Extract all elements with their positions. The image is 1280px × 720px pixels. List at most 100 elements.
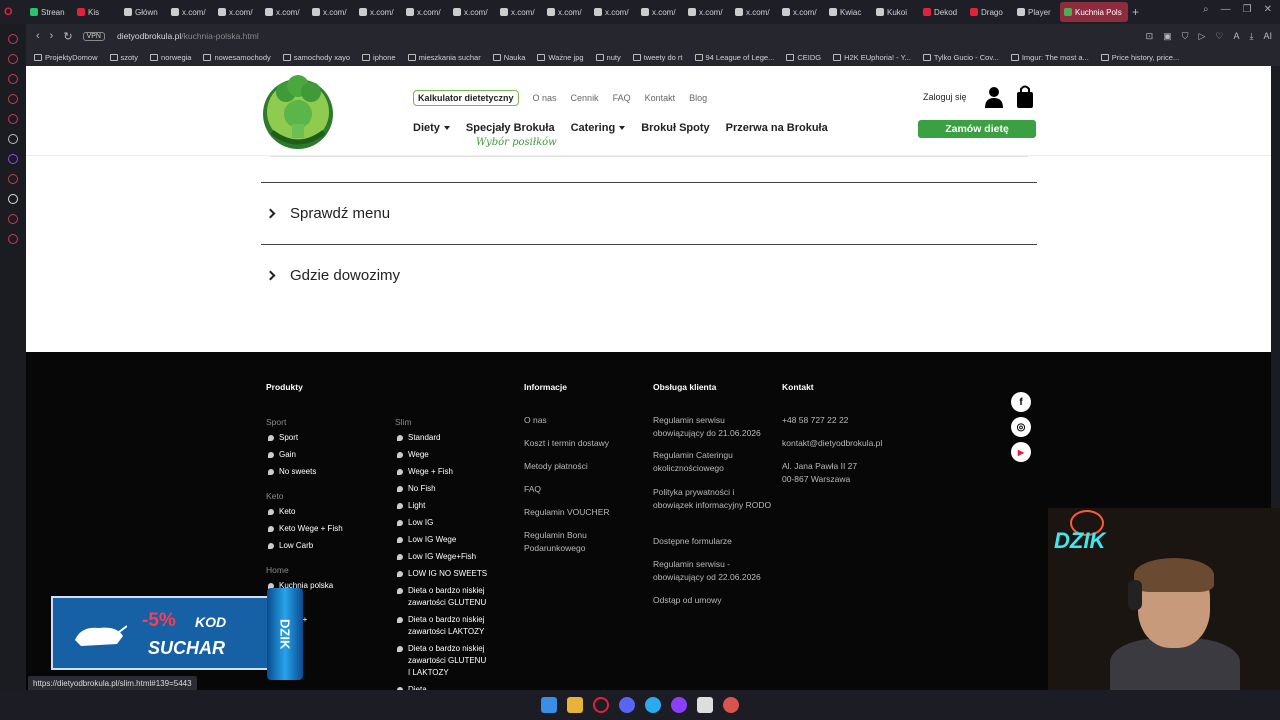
vpn-badge[interactable]: VPN bbox=[82, 31, 105, 41]
obs-icon[interactable] bbox=[671, 697, 687, 713]
menu-item-spoty[interactable]: Brokuł Spoty bbox=[641, 122, 709, 134]
new-tab-icon[interactable]: + bbox=[1132, 5, 1139, 19]
file-explorer-icon[interactable] bbox=[567, 697, 583, 713]
browser-tab[interactable]: x.com/ bbox=[261, 2, 308, 22]
browser-tab-active[interactable]: Kuchnia Pols bbox=[1060, 2, 1128, 22]
browser-tab[interactable]: x.com/ bbox=[496, 2, 543, 22]
order-diet-button[interactable]: Zamów dietę bbox=[918, 120, 1036, 138]
browser-tab[interactable]: x.com/ bbox=[731, 2, 778, 22]
opera-taskbar-icon[interactable] bbox=[593, 697, 609, 713]
browser-tab[interactable]: x.com/ bbox=[778, 2, 825, 22]
translate-icon[interactable]: A bbox=[1233, 31, 1239, 42]
bookmark-item[interactable]: H2K EUphoria! - Y... bbox=[833, 53, 911, 62]
top-link-blog[interactable]: Blog bbox=[689, 93, 707, 103]
instagram-icon[interactable]: ◎ bbox=[1011, 417, 1031, 437]
footer-link[interactable]: Keto Wege + Fish bbox=[268, 523, 378, 535]
browser-tab[interactable]: x.com/ bbox=[684, 2, 731, 22]
sidebar-icon-2[interactable] bbox=[8, 54, 18, 64]
bookmark-item[interactable]: Ważne jpg bbox=[537, 53, 584, 62]
sport-subheading[interactable]: Sport bbox=[266, 417, 286, 427]
browser-tab[interactable]: x.com/ bbox=[308, 2, 355, 22]
bookmark-item[interactable]: tweety do rt bbox=[632, 53, 683, 62]
bookmark-item[interactable]: CEIDG bbox=[786, 53, 821, 62]
footer-link[interactable]: Dostępne formularze bbox=[653, 535, 775, 548]
footer-link[interactable]: Regulamin Cateringu okolicznościowego bbox=[653, 449, 775, 475]
footer-link[interactable]: Koszt i termin dostawy bbox=[524, 437, 634, 450]
heart-icon[interactable]: ♡ bbox=[1215, 31, 1223, 42]
keto-subheading[interactable]: Keto bbox=[266, 491, 284, 501]
footer-link[interactable]: Regulamin serwisu - obowiązujący od 22.0… bbox=[653, 558, 775, 584]
menu-item-diety[interactable]: Diety bbox=[413, 122, 450, 134]
footer-link[interactable]: No Fish bbox=[397, 483, 489, 495]
footer-link[interactable]: Regulamin Bonu Podarunkowego bbox=[524, 529, 634, 555]
contact-email[interactable]: kontakt@dietyodbrokula.pl bbox=[782, 437, 912, 450]
sidebar-icon-10[interactable] bbox=[8, 214, 18, 224]
sidebar-icon-1[interactable] bbox=[8, 34, 18, 44]
bookmark-item[interactable]: szoty bbox=[109, 53, 138, 62]
browser-tab[interactable]: x.com/ bbox=[543, 2, 590, 22]
footer-link[interactable]: O nas bbox=[524, 414, 634, 427]
menu-item-catering[interactable]: Catering bbox=[571, 122, 626, 134]
bookmark-item[interactable]: samochody xayo bbox=[282, 53, 350, 62]
footer-link[interactable]: Keto bbox=[268, 506, 378, 518]
calculator-button[interactable]: Kalkulator dietetyczny bbox=[413, 90, 519, 106]
browser-tab[interactable]: Kwiac bbox=[825, 2, 872, 22]
browser-tab[interactable]: Drago bbox=[966, 2, 1013, 22]
menu-item-specjaly[interactable]: Specjały Brokuła bbox=[466, 122, 555, 134]
youtube-icon[interactable]: ▶ bbox=[1011, 442, 1031, 462]
footer-link[interactable]: Low IG Wege bbox=[397, 534, 489, 546]
footer-link[interactable]: LOW IG NO SWEETS bbox=[397, 568, 489, 580]
shield-icon[interactable]: ⛉ bbox=[1182, 31, 1189, 42]
bookmark-item[interactable]: Tylko Gucio - Cov... bbox=[922, 53, 999, 62]
back-icon[interactable]: ‹ bbox=[36, 30, 40, 42]
browser-tab[interactable]: x.com/ bbox=[167, 2, 214, 22]
footer-link[interactable]: Wege bbox=[397, 449, 489, 461]
footer-link[interactable]: Low IG Wege+Fish bbox=[397, 551, 489, 563]
footer-link[interactable]: Standard bbox=[397, 432, 489, 444]
sidebar-icon-6[interactable] bbox=[8, 134, 18, 144]
browser-tab[interactable]: Dekod bbox=[919, 2, 966, 22]
browser-tab[interactable]: Player bbox=[1013, 2, 1060, 22]
footer-link[interactable]: Regulamin serwisu obowiązujący do 21.06.… bbox=[653, 414, 775, 440]
sidebar-icon-11[interactable] bbox=[8, 234, 18, 244]
footer-link[interactable]: FAQ bbox=[524, 483, 634, 496]
notepad-icon[interactable] bbox=[697, 697, 713, 713]
sidebar-icon-9[interactable] bbox=[8, 194, 18, 204]
pin-icon[interactable]: ⊡ bbox=[1146, 31, 1154, 42]
home-subheading[interactable]: Home bbox=[266, 565, 289, 575]
footer-link[interactable]: Dieta o bardzo niskiej zawartości LAKTOZ… bbox=[397, 614, 489, 638]
opera-logo-icon[interactable]: O bbox=[0, 2, 26, 22]
menu-item-przerwa[interactable]: Przerwa na Brokuła bbox=[726, 122, 828, 134]
footer-link[interactable]: Dieta o bardzo niskiej zawartości GLUTEN… bbox=[397, 643, 489, 679]
top-link-contact[interactable]: Kontakt bbox=[645, 93, 676, 103]
facebook-icon[interactable]: f bbox=[1011, 392, 1031, 412]
contact-phone[interactable]: +48 58 727 22 22 bbox=[782, 414, 892, 427]
browser-tab[interactable]: x.com/ bbox=[214, 2, 261, 22]
bookmark-item[interactable]: norwegia bbox=[150, 53, 191, 62]
bookmark-item[interactable]: ProjektyDomow bbox=[34, 53, 98, 62]
browser-tab[interactable]: x.com/ bbox=[402, 2, 449, 22]
footer-link[interactable]: Polityka prywatności i obowiązek informa… bbox=[653, 486, 775, 512]
bookmark-item[interactable]: nuty bbox=[595, 53, 621, 62]
browser-tab[interactable]: x.com/ bbox=[590, 2, 637, 22]
discord-icon[interactable] bbox=[619, 697, 635, 713]
sidebar-icon-8[interactable] bbox=[8, 174, 18, 184]
accordion-check-menu[interactable]: Sprawdź menu bbox=[261, 182, 1037, 244]
sidebar-icon-5[interactable] bbox=[8, 114, 18, 124]
minimize-icon[interactable]: — bbox=[1221, 4, 1231, 15]
sidebar-icon-4[interactable] bbox=[8, 94, 18, 104]
shopping-bag-icon[interactable] bbox=[1016, 84, 1034, 108]
footer-link[interactable]: Dieta o bardzo niskiej zawartości GLUTEN… bbox=[397, 585, 489, 609]
bookmark-item[interactable]: Imgur: The most a... bbox=[1010, 53, 1089, 62]
close-icon[interactable]: ✕ bbox=[1264, 4, 1272, 15]
reload-icon[interactable]: ↻ bbox=[63, 30, 72, 43]
footer-link[interactable]: Sport bbox=[268, 432, 378, 444]
footer-link[interactable]: Gain bbox=[268, 449, 378, 461]
footer-link[interactable]: Light bbox=[397, 500, 489, 512]
browser-tab[interactable]: x.com/ bbox=[637, 2, 684, 22]
accordion-delivery-area[interactable]: Gdzie dowozimy bbox=[261, 244, 1037, 306]
bookmark-item[interactable]: iphone bbox=[362, 53, 396, 62]
browser-tab[interactable]: Kis bbox=[73, 2, 120, 22]
top-link-about[interactable]: O nas bbox=[533, 93, 557, 103]
app-icon[interactable] bbox=[723, 697, 739, 713]
